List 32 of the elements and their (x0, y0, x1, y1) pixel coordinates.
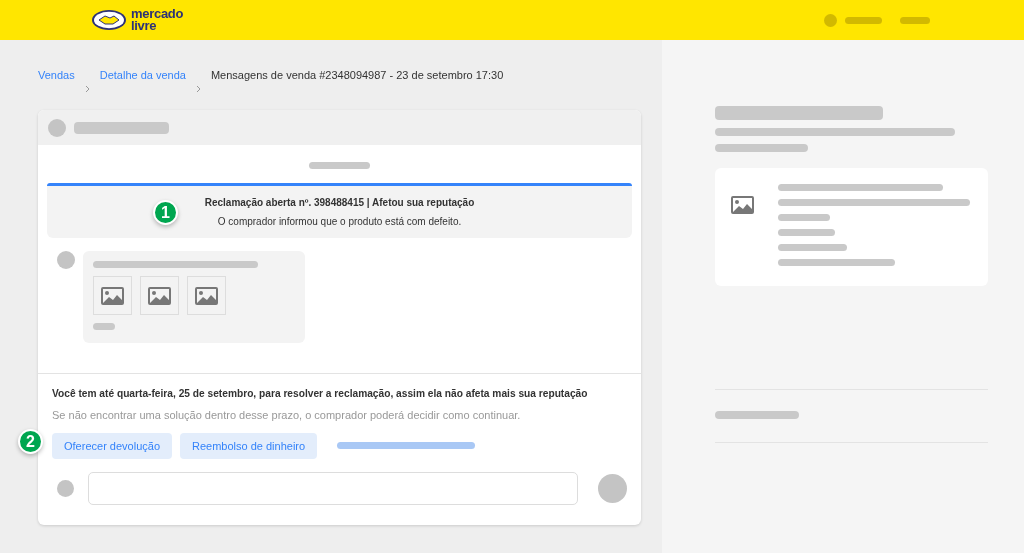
action-button[interactable]: Reembolso de dinheiro (180, 432, 318, 459)
image-icon (195, 286, 218, 305)
message-input[interactable] (88, 471, 578, 505)
avatar-circle (48, 118, 66, 137)
chevron-icon (195, 85, 201, 93)
chevron-icon (84, 85, 90, 93)
send-button[interactable] (598, 473, 627, 503)
placeholder-bar (93, 323, 115, 330)
placeholder-bar (845, 16, 882, 24)
deadline-message: Você tem até quarta-feira, 25 de setembro, para resolver a reclamação, assim ela não afeta mais sua reputação (52, 387, 589, 401)
placeholder-bar (900, 16, 930, 24)
breadcrumb-link[interactable]: Detalhe da venda (99, 68, 186, 82)
placeholder-bar (778, 229, 835, 236)
placeholder-bar (309, 162, 370, 169)
step-number: 2 (18, 429, 43, 454)
claim-description: O comprador informou que o produto está com defeito. (217, 215, 462, 229)
logo-text: mercado livre (131, 8, 184, 32)
image-icon (731, 196, 754, 214)
avatar-circle (57, 251, 75, 269)
breadcrumb-current: Mensagens de venda #2348094987 - 23 de setembro 17:30 (210, 68, 504, 82)
image-icon (148, 286, 171, 305)
image-icon (101, 286, 124, 305)
breadcrumb-link[interactable]: Vendas (38, 68, 75, 82)
step-number: 1 (153, 200, 178, 225)
avatar-circle (57, 479, 74, 497)
logo-icon (91, 9, 127, 31)
deadline-note: Se não encontrar uma solução dentro desse prazo, o comprador poderá decidir como continuar. (52, 408, 522, 424)
placeholder-bar (778, 244, 847, 251)
avatar-circle (824, 13, 837, 27)
placeholder-bar (778, 214, 830, 221)
claim-title: Reclamação aberta nº. 398488415 | Afetou sua reputação (204, 196, 475, 210)
action-button[interactable]: Oferecer devolução (52, 432, 172, 459)
